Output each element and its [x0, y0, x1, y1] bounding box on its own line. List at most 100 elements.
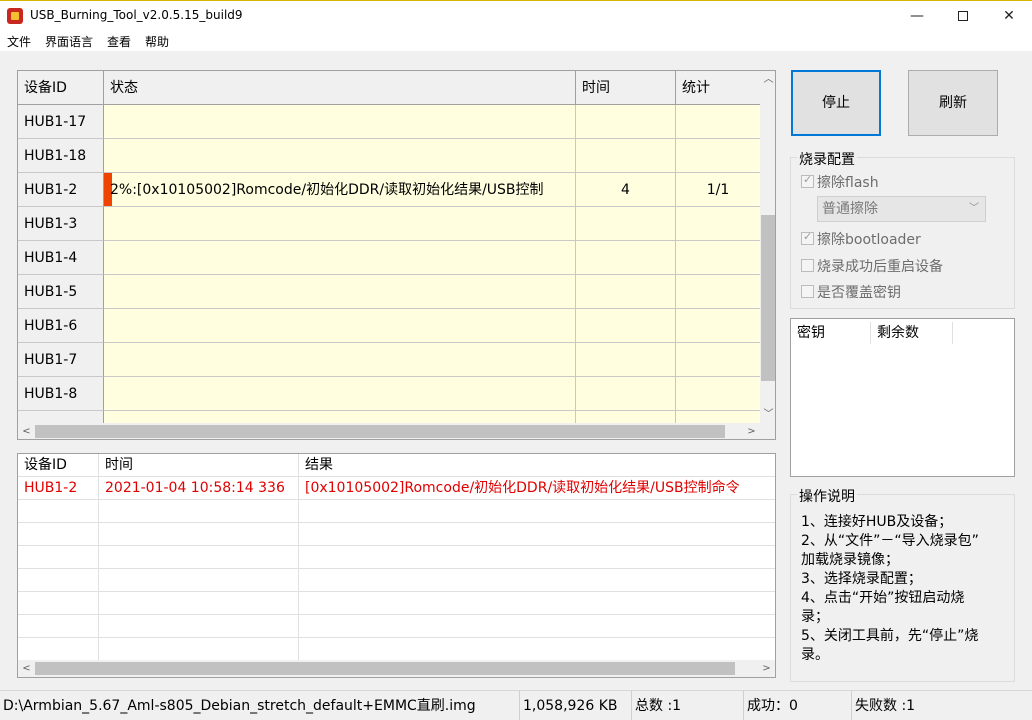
menu-language[interactable]: 界面语言 [45, 33, 93, 50]
device-id-cell: HUB1-6 [18, 309, 104, 343]
scroll-corner [760, 423, 775, 439]
col-count[interactable]: 统计 [676, 71, 760, 105]
instructions-group: 操作说明 1、连接好HUB及设备； 2、从“文件”－“导入烧录包” 加载烧录镜像… [790, 486, 1015, 682]
checkbox-checked-icon [801, 173, 814, 188]
device-grid-hscrollbar[interactable]: < > [18, 423, 760, 439]
log-col-device-id[interactable]: 设备ID [18, 454, 99, 477]
device-id-cell: HUB1-4 [18, 241, 104, 275]
stop-button[interactable]: 停止 [791, 70, 881, 136]
log-row-empty [18, 615, 775, 638]
table-row-active[interactable]: HUB1-2 2%:[0x10105002]Romcode/初始化DDR/读取初… [18, 173, 760, 207]
log-row[interactable]: HUB1-2 2021-01-04 10:58:14 336 [0x101050… [18, 477, 775, 500]
status-cell [104, 207, 576, 241]
scroll-right-icon[interactable]: > [743, 423, 760, 439]
overwrite-key-label: 是否覆盖密钥 [817, 285, 901, 301]
status-text: 2%:[0x10105002]Romcode/初始化DDR/读取初始化结果/US… [110, 182, 544, 198]
checkbox-checked-icon [801, 230, 814, 245]
menu-file[interactable]: 文件 [7, 33, 31, 50]
scroll-down-icon[interactable]: ﹀ [760, 406, 775, 423]
table-row[interactable]: HUB1-18 [18, 139, 760, 173]
instruction-line: 录； [801, 609, 829, 625]
refresh-button[interactable]: 刷新 [908, 70, 998, 136]
overwrite-key-checkbox[interactable]: 是否覆盖密钥 [801, 282, 901, 302]
status-cell [104, 139, 576, 173]
status-cell [104, 309, 576, 343]
burn-config-title: 烧录配置 [797, 149, 857, 169]
time-cell [576, 105, 676, 139]
device-grid-vscrollbar[interactable]: ︿ ﹀ [760, 71, 775, 423]
col-remaining[interactable]: 剩余数 [871, 322, 953, 344]
failed-count: 失败数 :1 [855, 698, 916, 714]
checkbox-icon [801, 285, 814, 298]
chevron-down-icon: ﹀ [969, 203, 979, 214]
device-grid[interactable]: 设备ID 状态 时间 统计 HUB1-17 HUB1-18 HUB1-2 2%:… [17, 70, 776, 440]
minimize-button[interactable]: — [894, 1, 940, 32]
scroll-left-icon[interactable]: < [18, 423, 35, 439]
log-header: 设备ID 时间 结果 [18, 454, 775, 477]
burn-config-group: 烧录配置 擦除flash 擦除bootloader 烧录成功后重启设备 是否覆盖… [790, 149, 1015, 309]
hscroll-thumb[interactable] [35, 662, 735, 675]
log-device-id: HUB1-2 [18, 477, 99, 500]
col-device-id[interactable]: 设备ID [18, 71, 104, 105]
log-result: [0x10105002]Romcode/初始化DDR/读取初始化结果/USB控制… [299, 477, 775, 500]
erase-mode-value: 普通擦除 [822, 201, 878, 217]
total-count: 总数 :1 [632, 691, 744, 720]
time-cell: 4 [576, 173, 676, 207]
log-row-empty [18, 500, 775, 523]
menu-view[interactable]: 查看 [107, 33, 131, 50]
checkbox-icon [801, 259, 814, 272]
table-row[interactable]: HUB1-17 [18, 105, 760, 139]
erase-flash-label: 擦除flash [817, 175, 879, 191]
status-cell [104, 343, 576, 377]
instruction-line: 2、从“文件”－“导入烧录包” [801, 533, 979, 549]
window-title: USB_Burning_Tool_v2.0.5.15_build9 [30, 8, 243, 22]
device-id-cell: HUB1-7 [18, 343, 104, 377]
instruction-line: 5、关闭工具前，先“停止”烧 [801, 628, 979, 644]
time-cell [576, 377, 676, 411]
table-row[interactable]: HUB1-6 [18, 309, 760, 343]
title-bar: USB_Burning_Tool_v2.0.5.15_build9 — ✕ [0, 0, 1032, 31]
log-col-result[interactable]: 结果 [299, 454, 775, 477]
time-cell [576, 241, 676, 275]
erase-flash-checkbox[interactable]: 擦除flash [801, 172, 879, 192]
log-grid[interactable]: 设备ID 时间 结果 HUB1-2 2021-01-04 10:58:14 33… [17, 453, 776, 678]
maximize-icon [958, 11, 968, 21]
table-row[interactable]: HUB1-4 [18, 241, 760, 275]
scroll-right-icon[interactable]: > [758, 660, 775, 677]
count-cell [676, 343, 760, 377]
count-cell: 1/1 [676, 173, 760, 207]
col-key[interactable]: 密钥 [791, 322, 871, 344]
hscroll-thumb[interactable] [35, 425, 725, 438]
status-cell [104, 241, 576, 275]
vscroll-thumb[interactable] [761, 215, 775, 381]
maximize-button[interactable] [940, 1, 986, 32]
scroll-up-icon[interactable]: ︿ [760, 71, 775, 88]
table-row[interactable]: HUB1-7 [18, 343, 760, 377]
reboot-after-checkbox[interactable]: 烧录成功后重启设备 [801, 256, 943, 276]
status-cell [104, 377, 576, 411]
status-bar: D:\Armbian_5.67_Aml-s805_Debian_stretch_… [0, 690, 1032, 720]
close-button[interactable]: ✕ [986, 1, 1032, 32]
log-row-empty [18, 523, 775, 546]
app-icon [7, 8, 23, 24]
col-time[interactable]: 时间 [576, 71, 676, 105]
menu-help[interactable]: 帮助 [145, 33, 169, 50]
erase-bootloader-checkbox[interactable]: 擦除bootloader [801, 229, 921, 249]
log-row-empty [18, 569, 775, 592]
table-row[interactable]: HUB1-3 [18, 207, 760, 241]
col-status[interactable]: 状态 [104, 71, 576, 105]
log-col-time[interactable]: 时间 [99, 454, 299, 477]
device-id-cell: HUB1-3 [18, 207, 104, 241]
time-cell [576, 343, 676, 377]
log-hscrollbar[interactable]: < > [18, 660, 775, 677]
log-row-empty [18, 592, 775, 615]
table-row[interactable]: HUB1-8 [18, 377, 760, 411]
status-cell [104, 275, 576, 309]
table-row[interactable]: HUB1-5 [18, 275, 760, 309]
scroll-left-icon[interactable]: < [18, 660, 35, 677]
device-id-cell: HUB1-8 [18, 377, 104, 411]
key-list[interactable]: 密钥 剩余数 [790, 318, 1015, 477]
count-cell [676, 207, 760, 241]
erase-mode-select[interactable]: 普通擦除 ﹀ [817, 196, 986, 222]
time-cell [576, 275, 676, 309]
